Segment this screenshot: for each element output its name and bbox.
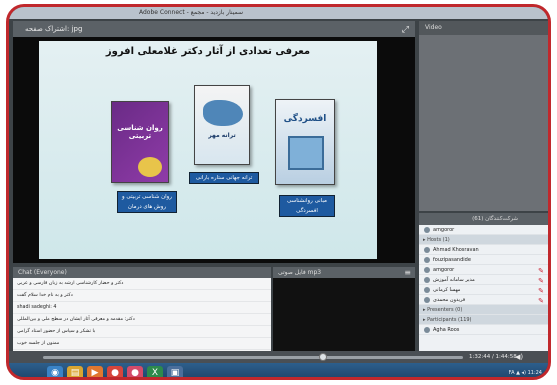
user-icon: [424, 267, 430, 273]
file-pod: فایل صوتی mp3 ≡: [273, 267, 415, 351]
attendee-name: فریدون محمدی: [433, 297, 466, 303]
start-icon[interactable]: ◉: [47, 366, 63, 377]
user-icon: [424, 247, 430, 253]
attendee-name: ▸ Participants (119): [423, 317, 472, 323]
attendee-group[interactable]: ▸ Presenters (0): [419, 305, 548, 315]
attendee-name: Ahmad Khosravan: [433, 247, 479, 253]
app-icon[interactable]: ●: [127, 366, 143, 377]
attendee-name: ▸ Hosts (1): [423, 237, 450, 243]
user-icon: [424, 277, 430, 283]
attendee-row[interactable]: Agha Roos: [419, 325, 548, 335]
chat-message: دکتر و حضار کارشناسی ارشد به زبان فارسی …: [13, 278, 271, 290]
chat-message: ممنون از جلسه خوب: [13, 338, 271, 350]
user-icon: [424, 327, 430, 333]
book-caption: مبانی روانشناسی افسردگی: [279, 195, 335, 217]
attendee-name: مهسا کرمانی: [433, 287, 461, 293]
playback-scrubber[interactable]: [319, 353, 327, 361]
book-title: ترانه مهر: [208, 132, 236, 139]
system-tray: FA ▲ ◂) 11:24: [508, 370, 542, 376]
attendee-name: Agha Roos: [433, 327, 460, 333]
book-caption: روان شناسی تربیتی و روش های درمان: [117, 191, 177, 213]
attendee-name: مدیر سامانه آموزش: [433, 277, 475, 283]
attendee-group[interactable]: ▸ Hosts (1): [419, 235, 548, 245]
book-title: روان شناسی تربیتی: [117, 124, 163, 140]
share-pod-title: اشتراک صفحه: jpg: [25, 25, 83, 33]
chrome-icon[interactable]: ●: [107, 366, 123, 377]
media-icon[interactable]: ▶: [87, 366, 103, 377]
chat-message: shadi sadeghi: 4: [13, 302, 271, 314]
book-cover: روان شناسی تربیتی: [111, 101, 169, 183]
taskbar: ◉ ▤ ▶ ● ● X ▣ FA ▲ ◂) 11:24: [9, 363, 548, 377]
attendee-name: amgoror: [433, 227, 455, 233]
presentation-slide: معرفی تعدادی از آثار دکتر غلامعلی افروز …: [39, 41, 377, 259]
chat-message: دکتر: مقدمه و معرفی آثار ایشان در سطح مل…: [13, 314, 271, 326]
file-pod-title: فایل صوتی mp3: [278, 269, 322, 276]
expand-icon[interactable]: ⤢: [402, 22, 409, 38]
playback-time: 1:32:44 / 1:44:58: [469, 354, 517, 360]
attendee-row[interactable]: Ahmad Khosravan: [419, 245, 548, 255]
chat-title: Chat (Everyone): [13, 267, 271, 278]
book-art: [138, 157, 162, 177]
user-icon: [424, 287, 430, 293]
book-art: [203, 100, 243, 126]
playback-bar: 1:32:44 / 1:44:58 ◀): [9, 351, 548, 363]
video-pod-title: Video: [419, 21, 548, 35]
user-icon: [424, 257, 430, 263]
book-title: افسردگی: [283, 114, 327, 124]
file-pod-header: فایل صوتی mp3 ≡: [273, 267, 415, 278]
book-art: [288, 136, 324, 170]
attendee-name: amgoror: [433, 267, 455, 273]
chat-message: دکتر و به نام خدا سلام گفت: [13, 290, 271, 302]
user-icon: [424, 227, 430, 233]
slide-title: معرفی تعدادی از آثار دکتر غلامعلی افروز: [105, 46, 311, 57]
folder-icon[interactable]: ▤: [67, 366, 83, 377]
chat-pod: Chat (Everyone) دکتر و حضار کارشناسی ارش…: [13, 267, 271, 351]
screen-frame: Adobe Connect - سمینار بازدید - مجمع اشت…: [6, 4, 551, 380]
window-title: Adobe Connect - سمینار بازدید - مجمع: [9, 7, 548, 19]
attendee-row[interactable]: fouzipasandide: [419, 255, 548, 265]
excel-icon[interactable]: X: [147, 366, 163, 377]
attendee-row[interactable]: amgoror ✎: [419, 265, 548, 275]
book-cover: افسردگی: [275, 99, 335, 185]
attendee-row[interactable]: فریدون محمدی ✎: [419, 295, 548, 305]
video-pod: Video: [419, 21, 548, 211]
connect-icon[interactable]: ▣: [167, 366, 183, 377]
playback-track[interactable]: [43, 356, 463, 359]
book-cover: ترانه مهر: [194, 85, 250, 165]
volume-icon[interactable]: ◀): [515, 351, 523, 363]
attendee-list: شرکت‌کنندگان (61) amgoror ▸ Hosts (1) Ahma…: [419, 213, 548, 351]
book-caption: ترانه جهانی ستاره بارانی: [189, 172, 259, 184]
share-pod-header: اشتراک صفحه: jpg ⤢: [13, 21, 415, 37]
share-pod: معرفی تعدادی از آثار دکتر غلامعلی افروز …: [13, 37, 415, 263]
attendee-name: fouzipasandide: [433, 257, 471, 263]
attendee-group[interactable]: ▸ Participants (119): [419, 315, 548, 325]
chat-message: با تشکر و سپاس از حضور استاد گرامی: [13, 326, 271, 338]
menu-icon[interactable]: ≡: [404, 267, 411, 278]
attendee-list-header: شرکت‌کنندگان (61): [419, 213, 548, 225]
attendee-row[interactable]: amgoror: [419, 225, 548, 235]
attendee-row[interactable]: مدیر سامانه آموزش ✎: [419, 275, 548, 285]
attendee-row[interactable]: مهسا کرمانی ✎: [419, 285, 548, 295]
user-icon: [424, 297, 430, 303]
attendee-name: ▸ Presenters (0): [423, 307, 463, 313]
